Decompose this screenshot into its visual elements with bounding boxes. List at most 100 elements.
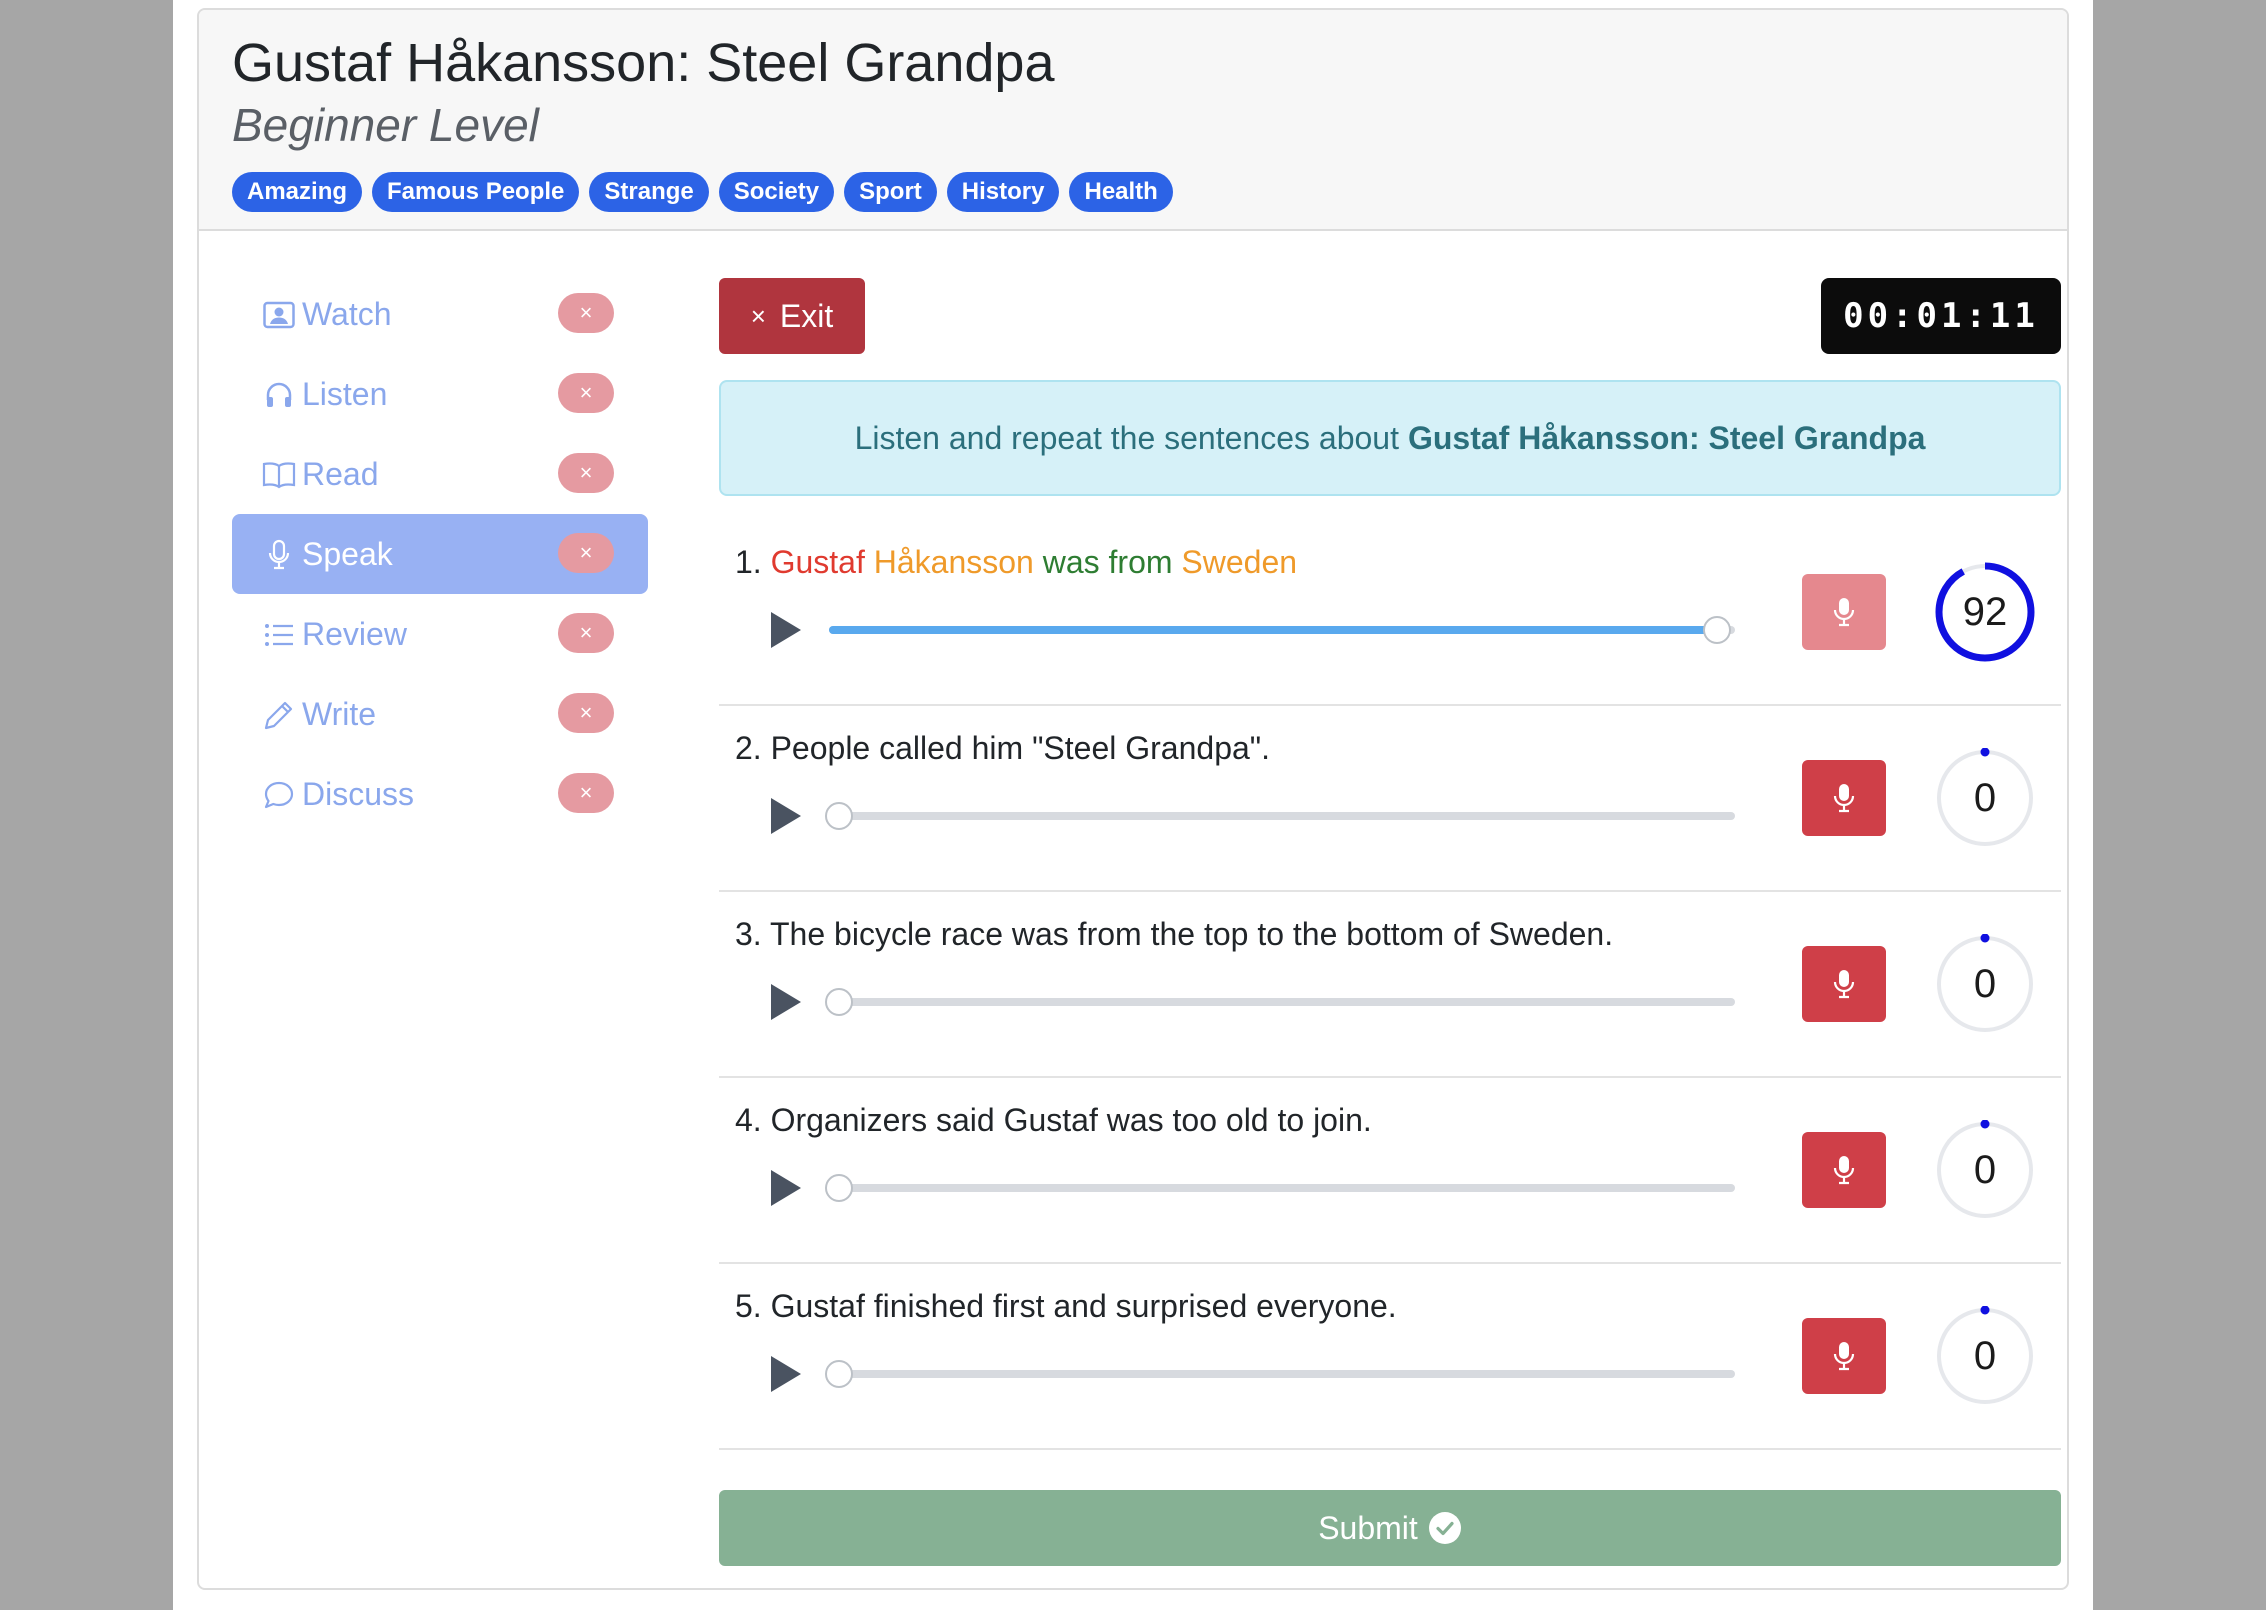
- microphone-icon: [1833, 598, 1855, 627]
- sentence-number: 5.: [735, 1288, 762, 1324]
- submit-label: Submit: [1318, 1509, 1418, 1546]
- sentence-row: 5. Gustaf finished first and surprised e…: [719, 1264, 2061, 1450]
- close-badge[interactable]: ×: [558, 693, 614, 733]
- sidebar-item-write[interactable]: Write ×: [232, 674, 648, 754]
- tag-society[interactable]: Society: [718, 172, 835, 212]
- sentence-body: Organizers said Gustaf was too old to jo…: [770, 1102, 1372, 1138]
- instruction-alert: Listen and repeat the sentences about Gu…: [719, 380, 2061, 496]
- microphone-icon: [1833, 970, 1855, 999]
- tag-sport[interactable]: Sport: [844, 172, 937, 212]
- play-icon[interactable]: [771, 612, 801, 648]
- slider-handle[interactable]: [1703, 616, 1731, 644]
- sidebar-item-listen[interactable]: Listen ×: [232, 354, 648, 434]
- timer-display: 00:01:11: [1821, 278, 2061, 354]
- sidebar-item-read[interactable]: Read ×: [232, 434, 648, 514]
- score-value: 0: [1973, 776, 1997, 820]
- sentence-word: Håkansson: [873, 544, 1034, 580]
- play-icon[interactable]: [771, 1170, 801, 1206]
- record-button[interactable]: [1802, 1132, 1886, 1208]
- chat-bubble-icon: [262, 778, 296, 812]
- close-badge[interactable]: ×: [558, 533, 614, 573]
- slider-handle[interactable]: [825, 988, 853, 1016]
- level-subtitle: Beginner Level: [232, 99, 539, 151]
- page: Gustaf Håkansson: Steel Grandpa Beginner…: [173, 0, 2093, 1610]
- tag-strange[interactable]: Strange: [589, 172, 709, 212]
- tag-history[interactable]: History: [946, 172, 1060, 212]
- play-icon[interactable]: [771, 798, 801, 834]
- play-icon[interactable]: [771, 1356, 801, 1392]
- sidebar-item-label: Review: [302, 616, 407, 652]
- microphone-icon: [1833, 784, 1855, 813]
- sentence-body: People called him "Steel Grandpa".: [770, 730, 1271, 766]
- sentence-word: from: [1108, 544, 1173, 580]
- sentence-body: The bicycle race was from the top to the…: [770, 916, 1614, 952]
- audio-progress-slider[interactable]: [825, 988, 1735, 1016]
- sidebar-item-watch[interactable]: Watch ×: [232, 274, 648, 354]
- score-ring: 0: [1935, 748, 2035, 848]
- score-value: 0: [1973, 962, 1997, 1006]
- sentence-number: 3.: [735, 916, 762, 952]
- microphone-icon: [262, 538, 296, 572]
- record-button[interactable]: [1802, 946, 1886, 1022]
- sentence-text: 2. People called him "Steel Grandpa".: [735, 730, 1270, 767]
- audio-progress-slider[interactable]: [825, 1360, 1735, 1388]
- close-badge[interactable]: ×: [558, 293, 614, 333]
- close-badge[interactable]: ×: [558, 453, 614, 493]
- close-badge[interactable]: ×: [558, 613, 614, 653]
- instruction-topic: Gustaf Håkansson: Steel Grandpa: [1407, 419, 1926, 456]
- sentence-text: 3. The bicycle race was from the top to …: [735, 916, 1613, 953]
- close-icon: ×: [750, 300, 766, 331]
- record-button[interactable]: [1802, 760, 1886, 836]
- sidebar-item-discuss[interactable]: Discuss ×: [232, 754, 648, 834]
- sentence-number: 4.: [735, 1102, 762, 1138]
- record-button[interactable]: [1802, 574, 1886, 650]
- play-icon[interactable]: [771, 984, 801, 1020]
- exit-label: Exit: [779, 297, 834, 334]
- sidebar-item-review[interactable]: Review ×: [232, 594, 648, 674]
- tag-famous-people[interactable]: Famous People: [372, 172, 580, 212]
- sentence-row: 4. Organizers said Gustaf was too old to…: [719, 1078, 2061, 1264]
- score-value: 0: [1973, 1148, 1997, 1192]
- sentence-list: 1. Gustaf Håkansson was from Sweden 92 2…: [719, 520, 2061, 1450]
- tag-amazing[interactable]: Amazing: [232, 172, 363, 212]
- sentence-body: Gustaf finished first and surprised ever…: [770, 1288, 1397, 1324]
- sidebar-nav: Watch × Listen × Read × Speak × Review ×…: [232, 274, 648, 834]
- score-ring: 0: [1935, 1120, 2035, 1220]
- headphones-icon: [262, 378, 296, 412]
- sentence-word: was: [1042, 544, 1100, 580]
- sentence-number: 1.: [735, 544, 762, 580]
- sidebar-item-label: Listen: [302, 376, 388, 412]
- score-value: 0: [1973, 1334, 1997, 1378]
- slider-handle[interactable]: [825, 1174, 853, 1202]
- person-video-icon: [262, 298, 296, 332]
- sidebar-item-label: Speak: [302, 536, 393, 572]
- exit-button[interactable]: × Exit: [719, 278, 865, 354]
- progress-fill: [829, 626, 1721, 634]
- sidebar-item-label: Discuss: [302, 776, 415, 812]
- sidebar-item-speak[interactable]: Speak ×: [232, 514, 648, 594]
- close-badge[interactable]: ×: [558, 773, 614, 813]
- score-ring: 92: [1935, 562, 2035, 662]
- sentence-text: 5. Gustaf finished first and surprised e…: [735, 1288, 1397, 1325]
- sentence-text: 1. Gustaf Håkansson was from Sweden: [735, 544, 1297, 581]
- sentence-word: Sweden: [1181, 544, 1298, 580]
- sentence-text: 4. Organizers said Gustaf was too old to…: [735, 1102, 1372, 1139]
- book-icon: [262, 458, 296, 492]
- slider-handle[interactable]: [825, 802, 853, 830]
- slider-handle[interactable]: [825, 1360, 853, 1388]
- audio-progress-slider[interactable]: [825, 802, 1735, 830]
- sentence-number: 2.: [735, 730, 762, 766]
- microphone-icon: [1833, 1342, 1855, 1371]
- audio-progress-slider[interactable]: [829, 616, 1735, 644]
- sentence-word: Gustaf: [770, 544, 865, 580]
- lesson-card: Gustaf Håkansson: Steel Grandpa Beginner…: [197, 8, 2069, 1590]
- record-button[interactable]: [1802, 1318, 1886, 1394]
- tag-health[interactable]: Health: [1069, 172, 1173, 212]
- score-ring: 0: [1935, 934, 2035, 1034]
- sentence-row: 3. The bicycle race was from the top to …: [719, 892, 2061, 1078]
- audio-progress-slider[interactable]: [825, 1174, 1735, 1202]
- submit-button[interactable]: Submit: [719, 1490, 2061, 1566]
- close-badge[interactable]: ×: [558, 373, 614, 413]
- tag-list: Amazing Famous People Strange Society Sp…: [232, 172, 1173, 212]
- sidebar-item-label: Write: [302, 696, 377, 732]
